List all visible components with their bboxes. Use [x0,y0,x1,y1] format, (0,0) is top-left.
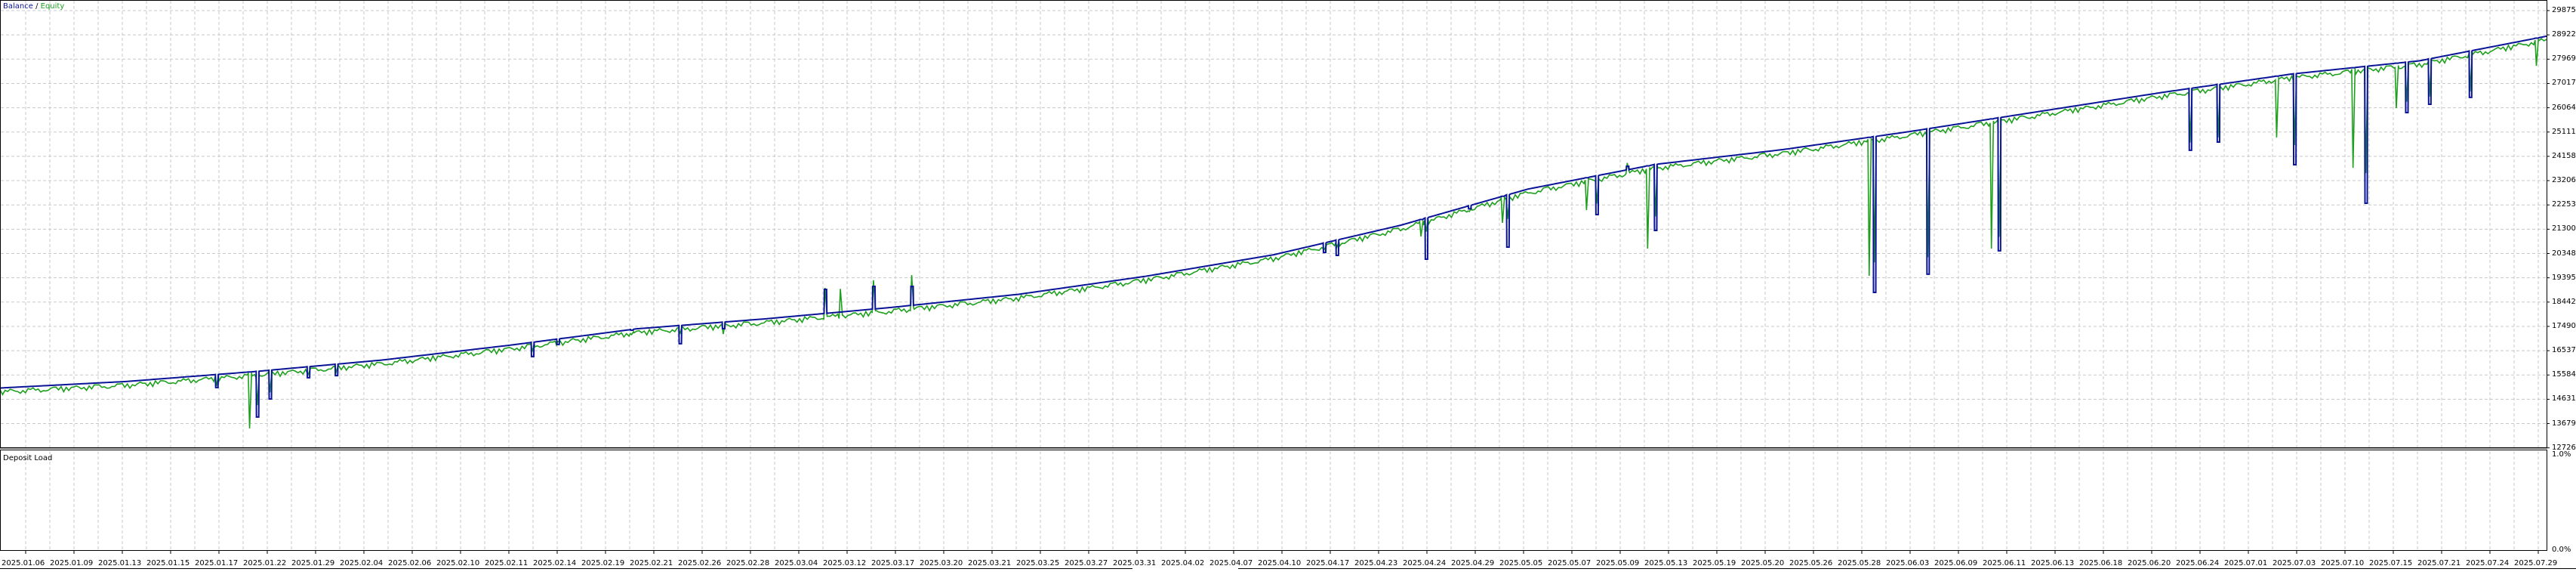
x-tick-label: 2025.01.29 [291,559,335,567]
legend-equity: Equity [40,2,65,11]
legend-separator: / [35,2,39,11]
y-tick-label: 29875 [2552,6,2576,14]
y-tick-label: 13679 [2552,419,2576,428]
x-tick-label: 2025.05.07 [1548,559,1592,567]
x-tick-label: 2025.01.06 [2,559,45,567]
y-tick-label: 27017 [2552,79,2576,88]
x-tick-label: 2025.04.17 [1306,559,1350,567]
y-tick-label: 17490 [2552,321,2576,330]
chart-legend: Balance / Equity [3,2,64,11]
x-tick-label: 2025.07.21 [2417,559,2461,567]
x-tick-label: 2025.06.11 [1983,559,2026,567]
x-tick-label: 2025.01.09 [50,559,94,567]
main-pane-border [0,0,2547,448]
y-tick-label: 25111 [2552,127,2576,136]
y-tick-label: 26064 [2552,103,2576,112]
x-tick-label: 2025.03.17 [871,559,915,567]
x-tick-label: 2025.03.31 [1113,559,1157,567]
balance-line [0,35,2547,418]
x-tick-label: 2025.07.03 [2272,559,2316,567]
x-tick-label: 2025.07.24 [2466,559,2510,567]
x-tick-label: 2025.02.26 [678,559,722,567]
y-tick-label: 23206 [2552,176,2576,185]
y-tick-label: 19395 [2552,273,2576,282]
legend-balance: Balance [3,2,33,11]
y-tick-label: 12726 [2552,443,2576,452]
x-tick-label: 2025.03.04 [775,559,818,567]
y-tick-label: 15584 [2552,370,2576,379]
y-tick-label: 20348 [2552,249,2576,258]
x-tick-label: 2025.04.02 [1161,559,1205,567]
deposit-load-min-label: 0.0% [2552,546,2571,554]
x-tick-label: 2025.06.18 [2079,559,2123,567]
x-tick-label: 2025.07.15 [2369,559,2413,567]
x-tick-label: 2025.06.24 [2176,559,2220,567]
x-tick-label: 2025.05.19 [1693,559,1736,567]
x-tick-label: 2025.02.11 [485,559,528,567]
y-tick-label: 22253 [2552,200,2576,209]
x-tick-label: 2025.06.03 [1886,559,1930,567]
x-tick-label: 2025.04.29 [1451,559,1495,567]
axis-ticks [25,10,2550,554]
x-tick-label: 2025.03.25 [1016,559,1060,567]
x-tick-label: 2025.06.13 [2031,559,2075,567]
x-tick-label: 2025.04.10 [1258,559,1302,567]
series [0,35,2547,428]
grid [1,1,2547,550]
x-tick-label: 2025.02.19 [581,559,625,567]
x-tick-label: 2025.06.20 [2128,559,2171,567]
y-tick-label: 27969 [2552,54,2576,63]
x-tick-label: 2025.01.22 [243,559,287,567]
x-tick-label: 2025.02.28 [726,559,770,567]
x-tick-label: 2025.04.07 [1209,559,1253,567]
x-tick-label: 2025.03.21 [968,559,1012,567]
x-tick-label: 2025.05.13 [1644,559,1688,567]
x-tick-label: 2025.03.20 [920,559,963,567]
x-tick-label: 2025.01.17 [195,559,239,567]
x-tick-label: 2025.02.14 [533,559,577,567]
equity-line [0,38,2547,428]
x-tick-label: 2025.04.23 [1354,559,1398,567]
x-tick-label: 2025.05.05 [1499,559,1543,567]
x-tick-label: 2025.05.09 [1596,559,1640,567]
y-tick-label: 14631 [2552,394,2576,403]
x-tick-label: 2025.03.27 [1065,559,1108,567]
y-tick-label: 24158 [2552,151,2576,160]
deposit-load-title: Deposit Load [3,454,53,462]
x-tick-label: 2025.03.12 [823,559,867,567]
balance-equity-chart [0,0,2576,569]
x-tick-label: 2025.02.21 [630,559,673,567]
y-tick-label: 21300 [2552,224,2576,233]
x-tick-label: 2025.06.09 [1934,559,1978,567]
x-tick-label: 2025.05.28 [1838,559,1881,567]
x-tick-label: 2025.01.13 [98,559,142,567]
x-tick-label: 2025.02.06 [388,559,432,567]
y-tick-label: 16537 [2552,346,2576,355]
chart-frame [0,0,2576,569]
deposit-load-pane-border [0,450,2547,551]
x-tick-label: 2025.01.15 [146,559,190,567]
x-tick-label: 2025.07.29 [2514,559,2558,567]
x-tick-label: 2025.02.10 [436,559,480,567]
y-tick-label: 18442 [2552,297,2576,306]
x-tick-label: 2025.07.10 [2321,559,2365,567]
x-tick-label: 2025.02.04 [340,559,384,567]
x-tick-label: 2025.04.24 [1403,559,1447,567]
x-tick-label: 2025.05.26 [1789,559,1833,567]
x-tick-label: 2025.05.20 [1741,559,1785,567]
y-tick-label: 28922 [2552,30,2576,39]
x-tick-label: 2025.07.01 [2224,559,2268,567]
